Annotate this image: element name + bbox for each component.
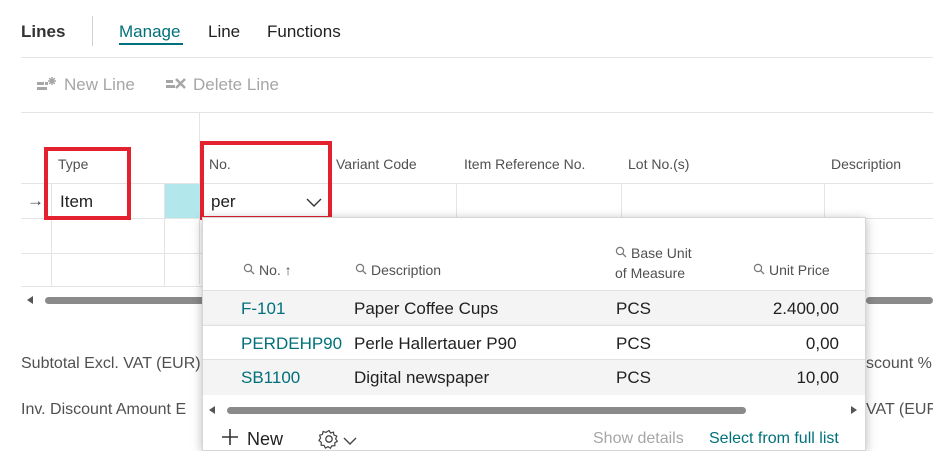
grid-col-line <box>621 183 622 218</box>
subtotal-label: Subtotal Excl. VAT (EUR) <box>21 355 201 372</box>
lookup-footer: New Show details Select from full list <box>203 422 865 451</box>
lookup-item-description: Perle Hallertauer P90 <box>354 334 517 353</box>
scrollbar-thumb[interactable] <box>45 297 205 304</box>
lookup-item-unit-price: 2.400,00 <box>772 299 839 318</box>
lookup-item-uom: PCS <box>616 368 651 387</box>
lookup-item-unit-price: 0,00 <box>805 334 839 353</box>
lookup-item-no[interactable]: F-101 <box>241 299 285 319</box>
tab-functions[interactable]: Functions <box>267 22 341 42</box>
grid-col-line <box>456 183 457 218</box>
lookup-header-no-label: No. ↑ <box>259 262 292 278</box>
new-item-label: New <box>247 429 284 449</box>
row-selection-cell[interactable] <box>165 184 200 218</box>
delete-line-button[interactable]: Delete Line <box>165 75 279 95</box>
scrollbar-thumb[interactable] <box>227 407 746 414</box>
search-icon <box>615 243 627 263</box>
new-item-button[interactable]: New <box>221 428 284 450</box>
lookup-horizontal-scrollbar[interactable] <box>203 404 865 416</box>
lookup-header-uom-line1: Base Unit <box>631 245 692 261</box>
divider <box>21 57 933 58</box>
delete-line-label: Delete Line <box>193 75 280 94</box>
vat-label: VAT (EUF <box>866 401 933 418</box>
inv-discount-label: Inv. Discount Amount E <box>21 401 187 418</box>
grid-row-line <box>866 253 933 254</box>
lookup-header-base-unit[interactable]: Base Unit of Measure <box>615 243 692 283</box>
scrollbar-thumb[interactable] <box>866 297 933 304</box>
current-row-arrow-icon: → <box>27 191 44 210</box>
highlight-box-no <box>200 141 332 220</box>
tab-line[interactable]: Line <box>208 22 240 42</box>
lookup-item-unit-price: 10,00 <box>796 368 839 387</box>
active-tab-indicator <box>119 43 183 45</box>
tab-separator <box>92 16 93 46</box>
lookup-header-unit-price[interactable]: Unit Price <box>753 262 830 278</box>
column-header-description[interactable]: Description <box>831 156 901 172</box>
lookup-item-no[interactable]: SB1100 <box>241 368 300 388</box>
lookup-header-no[interactable]: No. ↑ <box>243 262 292 278</box>
grid-row-line <box>21 253 202 254</box>
grid-col-line <box>824 183 825 218</box>
lookup-header-description-label: Description <box>371 262 442 278</box>
lookup-item-description: Paper Coffee Cups <box>354 299 499 318</box>
lookup-item-uom: PCS <box>616 334 651 353</box>
delete-line-icon <box>165 76 187 94</box>
lines-title: Lines <box>21 22 66 41</box>
lookup-header-unit-price-label: Unit Price <box>769 262 830 278</box>
new-line-label: New Line <box>64 75 135 94</box>
select-from-full-list-link[interactable]: Select from full list <box>709 430 839 448</box>
divider <box>21 112 933 113</box>
search-icon <box>355 262 367 278</box>
scroll-left-icon[interactable] <box>209 406 215 414</box>
search-icon <box>753 262 765 278</box>
lookup-header-uom-line2: of Measure <box>615 265 686 281</box>
lookup-row[interactable]: F-101 Paper Coffee Cups PCS 2.400,00 <box>203 290 865 325</box>
grid-row-line <box>21 183 933 184</box>
new-line-icon <box>36 76 58 94</box>
tab-manage[interactable]: Manage <box>119 22 180 42</box>
lookup-row[interactable]: SB1100 Digital newspaper PCS 10,00 <box>203 360 865 395</box>
personalize-menu-button[interactable] <box>318 428 357 451</box>
lookup-header-description[interactable]: Description <box>355 262 441 278</box>
grid-row-line <box>21 286 202 287</box>
column-header-variant-code[interactable]: Variant Code <box>336 156 417 172</box>
scroll-right-icon[interactable] <box>851 406 857 414</box>
lookup-item-no[interactable]: PERDEHP90 <box>241 334 342 354</box>
column-header-item-reference-no[interactable]: Item Reference No. <box>464 156 585 172</box>
grid-row-line <box>866 218 933 219</box>
show-details-link[interactable]: Show details <box>593 430 684 448</box>
lookup-item-uom: PCS <box>616 299 651 318</box>
horizontal-scrollbar[interactable] <box>23 294 205 306</box>
scroll-left-icon[interactable] <box>27 296 33 304</box>
new-line-button[interactable]: New Line <box>36 75 135 95</box>
chevron-down-icon <box>343 433 357 451</box>
gear-icon <box>318 428 340 450</box>
lookup-item-description: Digital newspaper <box>354 368 490 387</box>
plus-icon <box>221 428 239 450</box>
lookup-row-selected[interactable]: PERDEHP90 Perle Hallertauer P90 PCS 0,00 <box>203 325 865 360</box>
column-header-lot-no[interactable]: Lot No.(s) <box>628 156 689 172</box>
item-lookup-dropdown: No. ↑ Description Base Unit of Measure U… <box>202 217 866 451</box>
highlight-box-type <box>44 147 131 220</box>
discount-percent-label: scount % <box>866 355 932 372</box>
search-icon <box>243 262 255 278</box>
